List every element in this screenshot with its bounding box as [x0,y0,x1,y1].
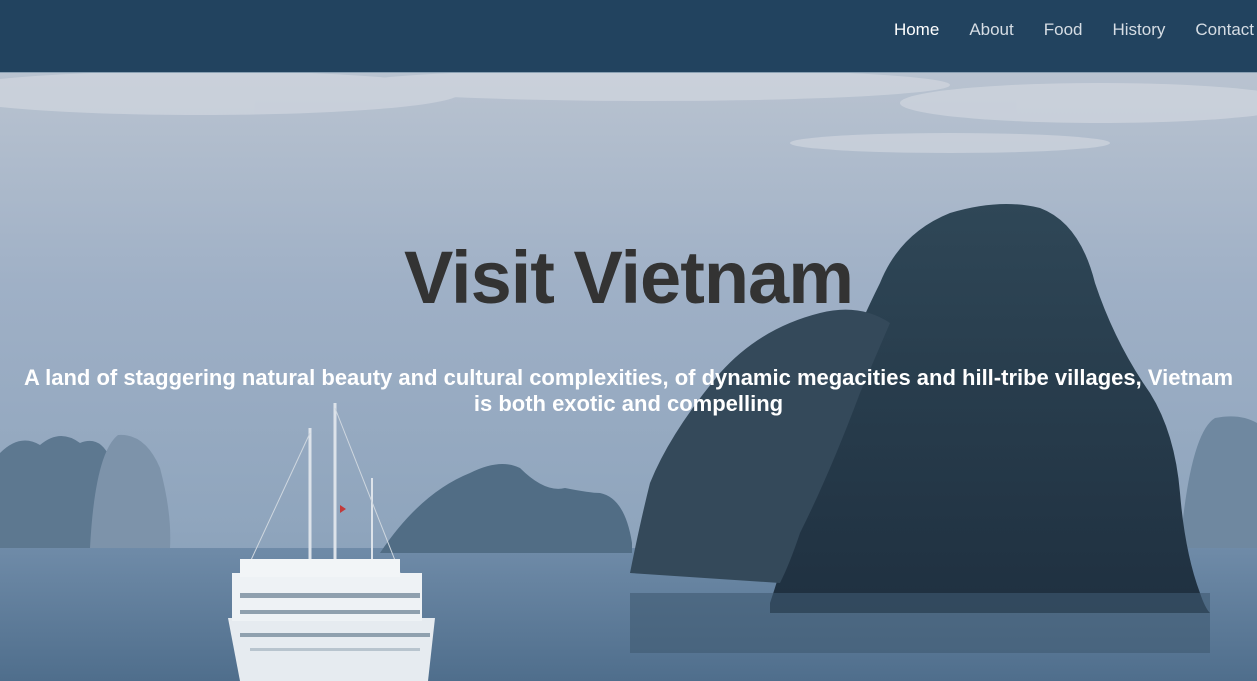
nav-item-about: About [954,20,1028,40]
nav-link-history[interactable]: History [1098,20,1181,39]
nav-item-food: Food [1029,20,1098,40]
nav-menu: Home About Food History Contact [879,0,1257,60]
nav-item-contact: Contact [1180,20,1257,40]
nav-link-food[interactable]: Food [1029,20,1098,39]
nav-item-home: Home [879,20,954,40]
hero-section: Visit Vietnam A land of staggering natur… [0,73,1257,681]
reflection [630,593,1210,653]
nav-item-history: History [1098,20,1181,40]
nav-link-about[interactable]: About [954,20,1028,39]
hero-title: Visit Vietnam [403,236,854,319]
hero-subtitle: A land of staggering natural beauty and … [23,365,1234,416]
nav-link-contact[interactable]: Contact [1180,20,1257,39]
top-navbar: Home About Food History Contact [0,0,1257,73]
nav-link-home[interactable]: Home [879,20,954,39]
